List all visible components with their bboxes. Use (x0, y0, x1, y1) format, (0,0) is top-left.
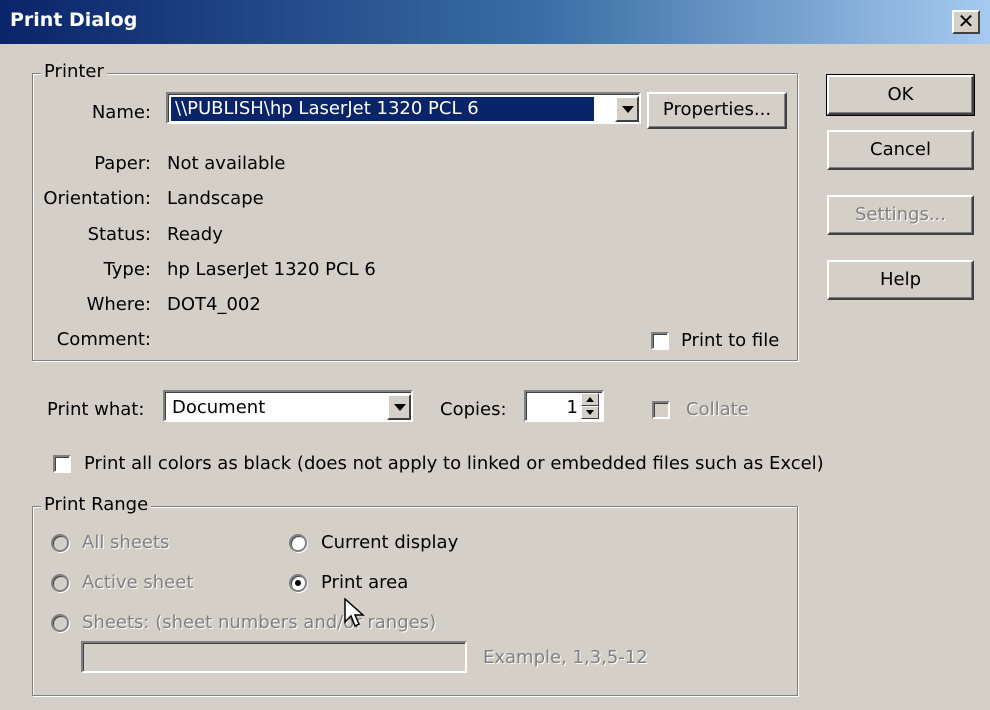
print-area-label[interactable]: Print area (321, 572, 408, 593)
print-to-file-label[interactable]: Print to file (681, 330, 779, 351)
sheets-range-input[interactable] (81, 641, 467, 673)
status-value: Ready (167, 224, 223, 245)
sheets-radio[interactable] (51, 614, 69, 632)
settings-button[interactable]: Settings... (827, 195, 974, 235)
title-bar: Print Dialog ✕ (0, 0, 990, 44)
print-range-label: Print Range (41, 494, 152, 515)
printer-group-label: Printer (41, 61, 107, 82)
paper-value: Not available (167, 153, 286, 174)
collate-label: Collate (686, 399, 749, 420)
spin-up-icon[interactable] (581, 393, 599, 406)
printer-name-value: \\PUBLISH\hp LaserJet 1320 PCL 6 (171, 97, 594, 121)
collate-checkbox[interactable] (652, 401, 670, 419)
active-sheet-label: Active sheet (82, 572, 194, 593)
printer-group: Printer Name: \\PUBLISH\hp LaserJet 1320… (32, 61, 798, 361)
ok-button[interactable]: OK (826, 74, 975, 116)
all-sheets-radio[interactable] (51, 534, 69, 552)
printer-name-dropdown-button[interactable] (615, 96, 639, 122)
print-area-radio[interactable] (289, 574, 307, 592)
print-what-value: Document (172, 397, 266, 418)
printer-name-combo[interactable]: \\PUBLISH\hp LaserJet 1320 PCL 6 (166, 92, 641, 124)
spin-down-icon[interactable] (581, 406, 599, 419)
window-title: Print Dialog (10, 9, 138, 31)
close-button[interactable]: ✕ (952, 10, 980, 34)
close-icon: ✕ (957, 9, 975, 33)
orientation-label: Orientation: (43, 188, 151, 209)
where-value: DOT4_002 (167, 294, 261, 315)
sheets-label: Sheets: (sheet numbers and/or ranges) (82, 612, 437, 633)
status-label: Status: (87, 224, 151, 245)
copies-label: Copies: (440, 399, 507, 420)
copies-spinner[interactable] (581, 393, 601, 421)
help-button[interactable]: Help (827, 260, 974, 300)
mouse-cursor-icon (344, 598, 365, 628)
all-sheets-label: All sheets (82, 532, 170, 553)
print-to-file-checkbox[interactable] (651, 332, 669, 350)
cancel-button[interactable]: Cancel (827, 130, 974, 170)
name-label: Name: (91, 102, 151, 123)
active-sheet-radio[interactable] (51, 574, 69, 592)
print-black-label[interactable]: Print all colors as black (does not appl… (84, 453, 824, 474)
print-what-dropdown-button[interactable] (387, 394, 411, 420)
current-display-label[interactable]: Current display (321, 532, 458, 553)
print-range-group: Print Range All sheets Current display A… (32, 494, 798, 696)
where-label: Where: (86, 294, 151, 315)
comment-label: Comment: (56, 329, 151, 350)
sheets-example-text: Example, 1,3,5-12 (483, 647, 648, 668)
type-value: hp LaserJet 1320 PCL 6 (167, 259, 376, 280)
copies-value: 1 (566, 397, 578, 418)
print-what-label: Print what: (47, 399, 145, 420)
print-black-checkbox[interactable] (53, 455, 71, 473)
orientation-value: Landscape (167, 188, 264, 209)
print-what-combo[interactable]: Document (163, 390, 413, 422)
properties-button[interactable]: Properties... (647, 92, 787, 129)
paper-label: Paper: (94, 153, 151, 174)
current-display-radio[interactable] (289, 534, 307, 552)
type-label: Type: (103, 259, 151, 280)
